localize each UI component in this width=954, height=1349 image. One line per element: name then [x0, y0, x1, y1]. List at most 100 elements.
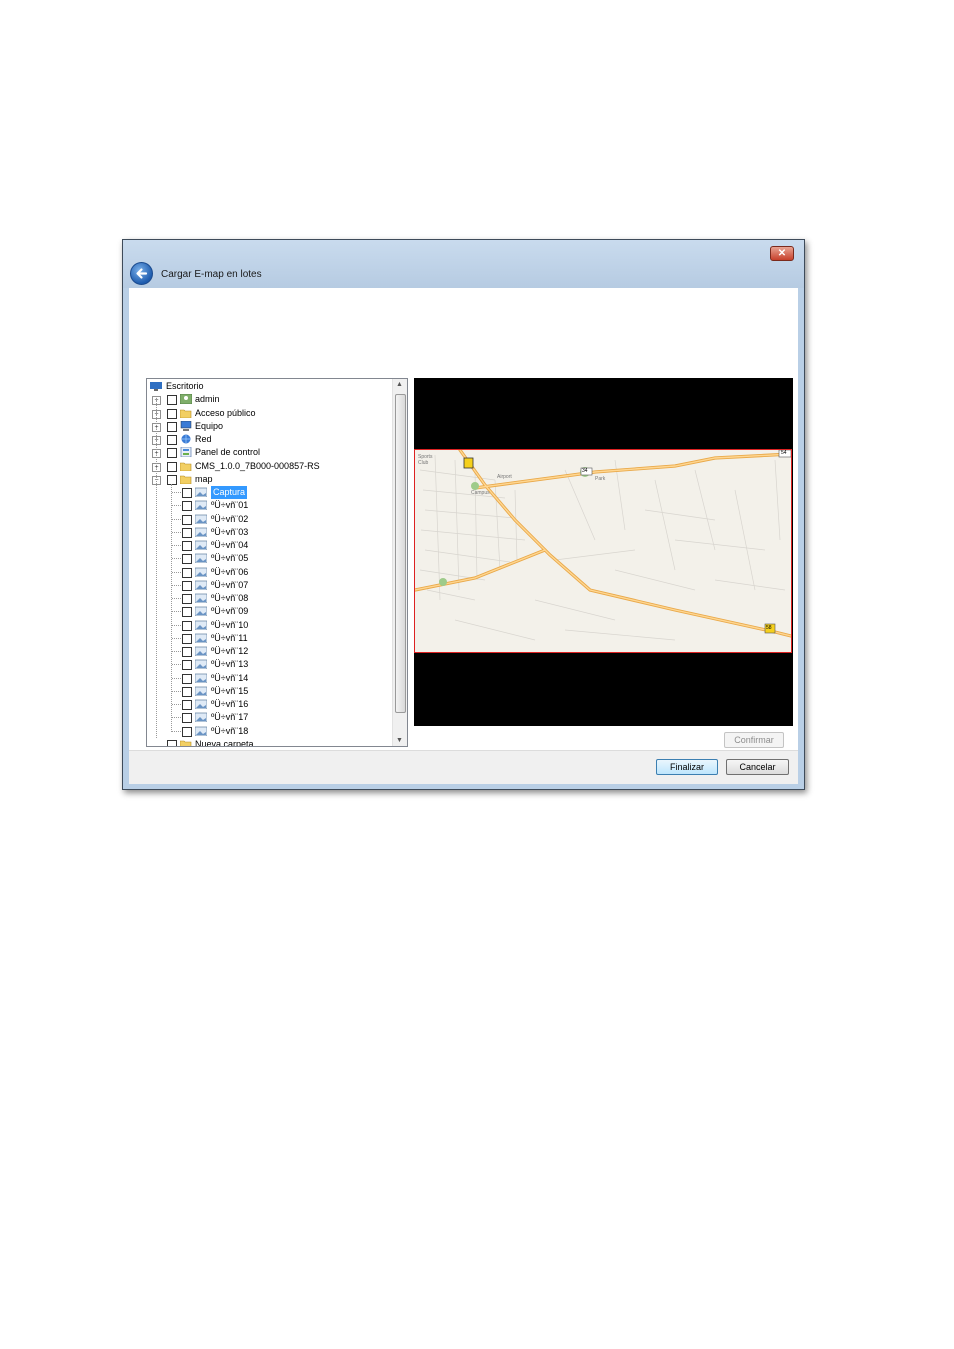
- tree-item-root[interactable]: Escritorio: [147, 380, 393, 393]
- image-icon: [194, 726, 208, 736]
- tree-item-map-child[interactable]: ºÜ÷vñ¨06: [147, 566, 393, 579]
- checkbox[interactable]: [182, 673, 192, 684]
- folder-tree[interactable]: ▲ ▼ Escritorio + admin + Acceso público + Equi…: [146, 378, 408, 747]
- checkbox[interactable]: [182, 700, 192, 710]
- image-icon: [194, 527, 208, 538]
- image-icon: [194, 673, 208, 683]
- tree-item-map-child[interactable]: ºÜ÷vñ¨18: [147, 725, 393, 738]
- tree-item-label: admin: [195, 394, 220, 405]
- image-icon: [194, 699, 208, 710]
- checkbox[interactable]: [167, 395, 177, 406]
- road-shield-34: 34: [582, 468, 588, 474]
- checkbox[interactable]: [167, 435, 177, 445]
- tree-item-map-child[interactable]: ºÜ÷vñ¨01: [147, 499, 393, 512]
- tree-item-map-child[interactable]: ºÜ÷vñ¨02: [147, 513, 393, 526]
- dialog-content: ▲ ▼ Escritorio + admin + Acceso público + Equi…: [129, 288, 798, 750]
- cancel-button[interactable]: Cancelar: [726, 759, 789, 775]
- tree-item-label: map: [195, 473, 213, 484]
- tree-connector: [172, 518, 181, 520]
- tree-item-map-child[interactable]: Captura: [147, 486, 393, 499]
- checkbox[interactable]: [182, 660, 192, 671]
- tree-item-map-child[interactable]: ºÜ÷vñ¨04: [147, 539, 393, 552]
- tree-item-label: ºÜ÷vñ¨14: [211, 672, 249, 683]
- tree-item-map-child[interactable]: ºÜ÷vñ¨12: [147, 645, 393, 658]
- tree-item-panel-de-control[interactable]: + Panel de control: [147, 446, 393, 459]
- finish-button[interactable]: Finalizar: [656, 759, 718, 775]
- checkbox[interactable]: [182, 567, 192, 578]
- desktop-icon: [150, 381, 162, 391]
- tree-item-map-child[interactable]: ºÜ÷vñ¨16: [147, 698, 393, 711]
- tree-item-cms-1-0-0-7b000-000857-rs[interactable]: + CMS_1.0.0_7B000-000857-RS: [147, 460, 393, 473]
- tree-item-label: Escritorio: [166, 381, 204, 391]
- tree-item-map-child[interactable]: ºÜ÷vñ¨11: [147, 632, 393, 645]
- folder-icon: [179, 474, 192, 485]
- tree-item-label: Nueva carpeta: [195, 738, 254, 747]
- checkbox[interactable]: [182, 607, 192, 618]
- checkbox[interactable]: [167, 421, 177, 432]
- tree-item-map[interactable]: − map: [147, 473, 393, 486]
- tree-item-map-child[interactable]: ºÜ÷vñ¨17: [147, 711, 393, 724]
- checkbox[interactable]: [182, 726, 192, 737]
- checkbox[interactable]: [167, 408, 177, 419]
- tree-item-map-child[interactable]: ºÜ÷vñ¨13: [147, 658, 393, 671]
- tree-item-map-child[interactable]: ºÜ÷vñ¨07: [147, 579, 393, 592]
- tree-connector: [172, 531, 181, 533]
- road-shield-54: 54: [781, 450, 787, 456]
- checkbox[interactable]: [167, 739, 177, 746]
- tree-item-map-child[interactable]: ºÜ÷vñ¨10: [147, 619, 393, 632]
- checkbox[interactable]: [167, 448, 177, 459]
- map-label-park: Park: [595, 476, 606, 482]
- checkbox[interactable]: [182, 594, 192, 604]
- tree-item-equipo[interactable]: + Equipo: [147, 420, 393, 433]
- tree-item-map-child[interactable]: ºÜ÷vñ¨08: [147, 592, 393, 605]
- checkbox[interactable]: [167, 474, 177, 485]
- image-icon: [194, 633, 208, 644]
- tree-item-red[interactable]: + Red: [147, 433, 393, 446]
- checkbox[interactable]: [182, 713, 192, 724]
- tree-item-nueva-carpeta[interactable]: Nueva carpeta: [147, 738, 393, 747]
- checkbox[interactable]: [182, 554, 192, 565]
- image-icon: [194, 620, 208, 630]
- tree-connector: [172, 545, 181, 546]
- tree-item-map-child[interactable]: ºÜ÷vñ¨15: [147, 685, 393, 698]
- checkbox[interactable]: [182, 686, 192, 697]
- tree-item-label: Captura: [211, 486, 248, 499]
- tree-connector: [172, 584, 181, 586]
- scrollbar-thumb[interactable]: [395, 394, 406, 713]
- folder-icon: [179, 408, 192, 418]
- checkbox[interactable]: [182, 501, 192, 512]
- tree-connector: [172, 624, 181, 626]
- tree-scrollbar[interactable]: ▲ ▼: [392, 379, 407, 746]
- tree-item-label: ºÜ÷vñ¨11: [211, 632, 248, 643]
- tree-item-map-child[interactable]: ºÜ÷vñ¨14: [147, 672, 393, 685]
- tree-connector: [172, 598, 181, 599]
- tree-item-map-child[interactable]: ºÜ÷vñ¨03: [147, 526, 393, 539]
- scroll-up-icon[interactable]: ▲: [396, 381, 403, 388]
- tree-connector: [172, 637, 181, 639]
- tree-connector: [171, 484, 172, 732]
- title-bar[interactable]: ✕ Cargar E-map en lotes: [123, 240, 804, 288]
- folder-icon: [179, 461, 192, 471]
- close-button[interactable]: ✕: [770, 246, 794, 261]
- checkbox[interactable]: [182, 580, 192, 591]
- confirm-button[interactable]: Confirmar: [724, 732, 784, 748]
- checkbox[interactable]: [182, 488, 192, 498]
- checkbox[interactable]: [182, 647, 192, 657]
- scroll-down-icon[interactable]: ▼: [396, 737, 403, 744]
- checkbox[interactable]: [182, 541, 192, 551]
- checkbox[interactable]: [182, 620, 192, 631]
- checkbox[interactable]: [182, 633, 192, 644]
- tree-item-admin[interactable]: + admin: [147, 393, 393, 406]
- image-icon: [194, 567, 208, 577]
- image-icon: [194, 593, 208, 604]
- checkbox[interactable]: [182, 527, 192, 538]
- checkbox[interactable]: [167, 461, 177, 472]
- back-button[interactable]: [130, 262, 153, 285]
- checkbox[interactable]: [182, 514, 192, 525]
- tree-connector: [172, 571, 181, 573]
- tree-item-acceso-p-blico[interactable]: + Acceso público: [147, 407, 393, 420]
- image-icon: [194, 500, 208, 511]
- tree-item-map-child[interactable]: ºÜ÷vñ¨05: [147, 552, 393, 565]
- tree-item-map-child[interactable]: ºÜ÷vñ¨09: [147, 605, 393, 618]
- map-preview: Sports Club Airport Campus Park 34 54 58: [413, 378, 793, 726]
